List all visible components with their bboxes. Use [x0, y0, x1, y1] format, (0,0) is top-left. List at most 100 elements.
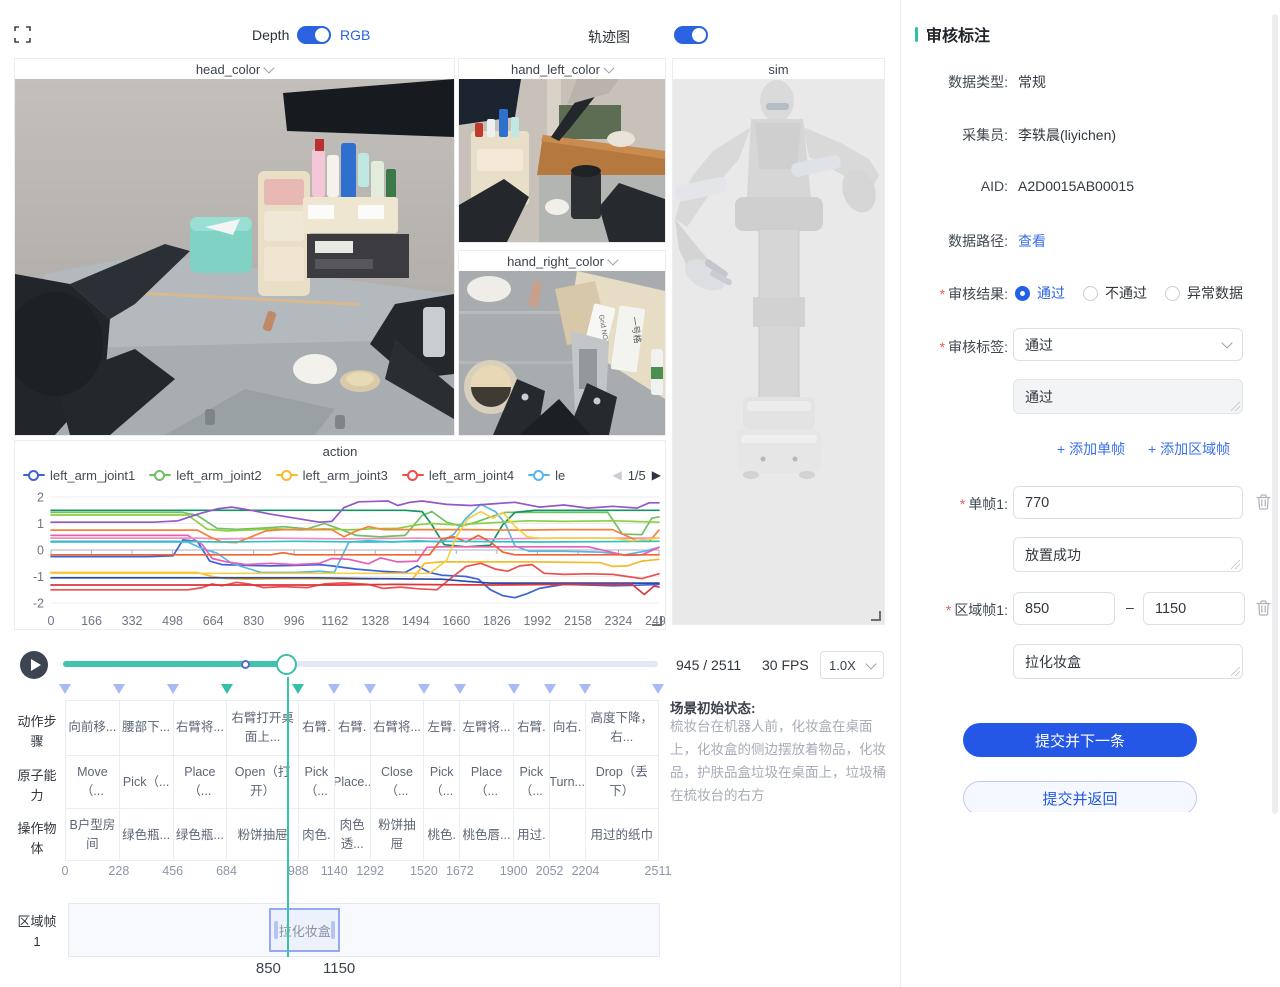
add-region-frame-link[interactable]: + 添加区域帧: [1148, 439, 1230, 459]
hand-right-camera-select[interactable]: hand_right_color: [459, 251, 665, 271]
trajectory-toggle[interactable]: [674, 26, 708, 44]
frame-axis-label: 1140: [321, 864, 348, 878]
step-boundary-marker[interactable]: [454, 684, 466, 694]
data-path-link[interactable]: 查看: [1018, 231, 1046, 251]
resize-grip-icon[interactable]: [1231, 402, 1240, 411]
submit-next-button[interactable]: 提交并下一条: [963, 723, 1197, 757]
submit-back-button[interactable]: 提交并返回: [963, 781, 1197, 812]
svg-text:0: 0: [48, 614, 55, 628]
head-camera-panel: head_color: [14, 58, 455, 436]
step-boundary-marker[interactable]: [544, 684, 556, 694]
region-frame-block[interactable]: 拉化妆盒: [269, 908, 340, 952]
step-boundary-marker[interactable]: [652, 684, 664, 694]
svg-text:1826: 1826: [483, 614, 511, 628]
radio-unselected-icon[interactable]: [1083, 286, 1098, 301]
svg-text:1660: 1660: [442, 614, 470, 628]
review-result-label: *审核结果:: [913, 284, 1008, 304]
radio-unselected-icon[interactable]: [1165, 286, 1180, 301]
steps-table-cell: Pick（...: [299, 756, 335, 809]
region-frame-end-input[interactable]: 1150: [1143, 592, 1245, 625]
chart-plot[interactable]: 210-1-2016633249866483099611621328149416…: [15, 489, 665, 630]
resize-grip-icon[interactable]: [1231, 667, 1240, 676]
step-boundary-marker[interactable]: [167, 684, 179, 694]
panel-scrollbar[interactable]: [1272, 14, 1278, 814]
timeline-slider-handle[interactable]: [276, 654, 297, 675]
step-boundary-marker[interactable]: [292, 684, 304, 694]
review-result-option-label[interactable]: 通过: [1037, 285, 1065, 301]
hand-left-camera-image: [459, 79, 665, 242]
review-tag-label: *审核标签:: [913, 337, 1008, 357]
review-result-option[interactable]: 异常数据: [1165, 285, 1261, 302]
chevron-down-icon: [1221, 337, 1232, 348]
single-frame-input[interactable]: 770: [1013, 486, 1243, 519]
region-right-handle[interactable]: [331, 921, 335, 939]
legend-next-arrow[interactable]: ▶: [652, 469, 661, 481]
svg-text:166: 166: [81, 614, 102, 628]
legend-prev-arrow[interactable]: ◀: [612, 469, 621, 481]
single-frame-marker-dot[interactable]: [241, 660, 250, 669]
depth-rgb-toggle[interactable]: [297, 26, 331, 44]
steps-table-cell: Close（...: [371, 756, 425, 809]
hand-left-camera-select[interactable]: hand_left_color: [459, 59, 665, 79]
add-single-frame-link[interactable]: + 添加单帧: [1057, 439, 1125, 459]
chevron-down-icon: [603, 62, 614, 73]
svg-text:332: 332: [122, 614, 143, 628]
step-boundary-marker[interactable]: [364, 684, 376, 694]
aid-value: A2D0015AB00015: [1018, 178, 1134, 194]
region-frame-track[interactable]: 拉化妆盒: [68, 903, 660, 957]
step-boundary-marker[interactable]: [328, 684, 340, 694]
svg-text:664: 664: [203, 614, 224, 628]
region-left-handle[interactable]: [274, 921, 278, 939]
legend-item[interactable]: left_arm_joint4: [402, 468, 514, 483]
step-boundary-marker[interactable]: [579, 684, 591, 694]
app-root: Depth RGB 轨迹图 head_color: [0, 0, 1280, 987]
region-frame-note-textarea[interactable]: 拉化妆盒: [1013, 644, 1243, 679]
review-tag-select[interactable]: 通过: [1013, 328, 1243, 361]
play-button[interactable]: [20, 651, 48, 679]
svg-text:1494: 1494: [402, 614, 430, 628]
step-boundary-marker[interactable]: [508, 684, 520, 694]
step-boundary-marker[interactable]: [113, 684, 125, 694]
resize-grip-icon[interactable]: [1231, 560, 1240, 569]
radio-selected-icon[interactable]: [1015, 286, 1030, 301]
legend-item[interactable]: left_arm_joint3: [276, 468, 388, 483]
step-boundary-marker[interactable]: [59, 684, 71, 694]
steps-table-cell: Pick（...: [120, 756, 174, 809]
delete-region-frame-icon[interactable]: [1256, 600, 1271, 616]
review-result-option-label[interactable]: 不通过: [1105, 285, 1147, 301]
step-boundary-marker[interactable]: [221, 684, 233, 694]
legend-item[interactable]: le: [528, 468, 565, 483]
legend-item[interactable]: left_arm_joint2: [149, 468, 261, 483]
range-dash: –: [1126, 599, 1134, 615]
timeline-slider-fill: [63, 661, 287, 667]
step-boundary-marker[interactable]: [418, 684, 430, 694]
row-label-region-frame: 区域帧1: [14, 912, 60, 952]
steps-table-cell: 肉色透...: [335, 809, 371, 861]
sim-title: sim: [768, 62, 788, 77]
scene-state-description: 梳妆台在机器人前，化妆盒在桌面上，化妆盒的侧边摆放着物品，化妆品，护肤品盒垃圾在…: [670, 716, 896, 808]
resize-handle-icon[interactable]: [871, 611, 881, 621]
review-comment-textarea[interactable]: 通过: [1013, 379, 1243, 414]
review-result-option[interactable]: 不通过: [1083, 285, 1165, 302]
svg-text:-2: -2: [33, 597, 44, 611]
head-camera-select[interactable]: head_color: [15, 59, 454, 79]
speed-select[interactable]: 1.0X: [820, 651, 884, 679]
fullscreen-icon[interactable]: [14, 26, 31, 43]
svg-text:996: 996: [284, 614, 305, 628]
steps-table-cell: 肉色.: [299, 809, 335, 861]
svg-text:2: 2: [37, 491, 44, 505]
review-result-option[interactable]: 通过: [1015, 285, 1083, 302]
rgb-label: RGB: [340, 27, 370, 43]
action-chart-panel: action left_arm_joint1left_arm_joint2lef…: [14, 440, 666, 630]
frame-axis-label: 2204: [572, 864, 600, 878]
timeline-slider[interactable]: [63, 661, 658, 667]
region-frame-start-input[interactable]: 850: [1013, 592, 1115, 625]
steps-table-cell: 桃色唇...: [460, 809, 514, 861]
review-result-option-label[interactable]: 异常数据: [1187, 285, 1243, 301]
legend-item[interactable]: left_arm_joint1: [23, 468, 135, 483]
resize-handle-icon[interactable]: [652, 616, 662, 626]
single-frame-note-textarea[interactable]: 放置成功: [1013, 537, 1243, 572]
playhead-line[interactable]: [287, 677, 289, 957]
svg-text:-1: -1: [33, 570, 44, 584]
delete-single-frame-icon[interactable]: [1256, 494, 1271, 510]
